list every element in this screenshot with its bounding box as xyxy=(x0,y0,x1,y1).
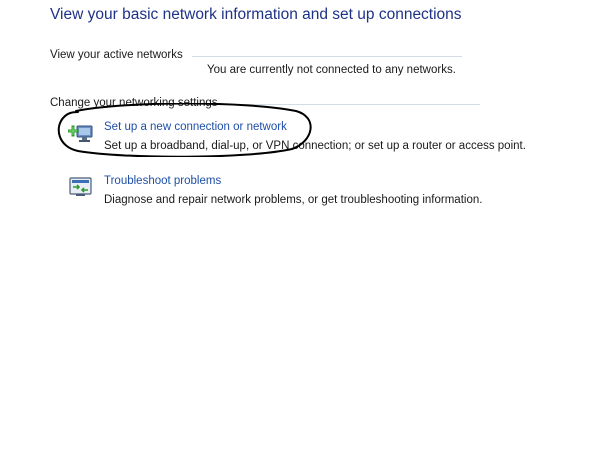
troubleshoot-icon xyxy=(68,176,94,198)
active-networks-divider xyxy=(192,56,462,57)
new-connection-description: Set up a broadband, dial-up, or VPN conn… xyxy=(104,140,526,152)
task-new-connection: Set up a new connection or network Set u… xyxy=(67,121,568,157)
connection-status: You are currently not connected to any n… xyxy=(207,64,456,76)
networking-settings-divider xyxy=(230,104,480,105)
network-and-sharing-center: View your basic network information and … xyxy=(0,0,600,460)
new-connection-link[interactable]: Set up a new connection or network xyxy=(104,121,287,133)
troubleshoot-description: Diagnose and repair network problems, or… xyxy=(104,194,483,206)
task-troubleshoot: Troubleshoot problems Diagnose and repai… xyxy=(68,175,568,211)
troubleshoot-link[interactable]: Troubleshoot problems xyxy=(104,175,221,187)
active-networks-header: View your active networks xyxy=(50,49,183,61)
new-connection-icon xyxy=(67,122,94,144)
page-title: View your basic network information and … xyxy=(50,6,462,23)
networking-settings-header: Change your networking settings xyxy=(50,97,218,109)
